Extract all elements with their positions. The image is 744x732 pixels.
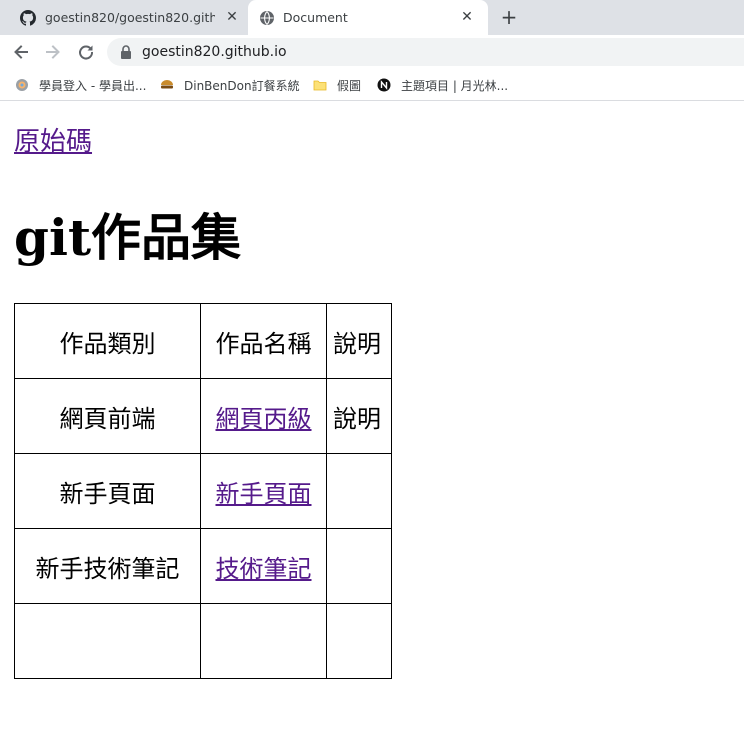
cell-category: 新手頁面 (14, 453, 201, 529)
tab-document[interactable]: Document ✕ (248, 0, 488, 35)
forward-arrow-icon (46, 45, 60, 59)
cell-category: 網頁前端 (14, 378, 201, 454)
bookmark-label: DinBenDon訂餐系統 (184, 78, 300, 93)
globe-icon (260, 11, 274, 25)
github-icon (20, 10, 36, 26)
lock-icon (121, 45, 131, 59)
bookmark-item[interactable]: 主題項目 | 月光林... (377, 77, 508, 93)
cell-name: 網頁丙級 (200, 378, 327, 454)
header-name: 作品名稱 (200, 303, 327, 379)
bookmark-label: 主題項目 | 月光林... (401, 78, 509, 93)
cell-category (14, 603, 201, 679)
reload-button[interactable] (74, 40, 98, 64)
table-row: 新手技術筆記 技術筆記 (14, 528, 392, 604)
address-bar[interactable]: goestin820.github.io (107, 38, 744, 66)
header-category: 作品類別 (14, 303, 201, 379)
tab-github-repo[interactable]: goestin820/goestin820.github.io ✕ (0, 0, 247, 35)
table-header-row: 作品類別 作品名稱 說明 (14, 303, 392, 379)
table-row: 網頁前端 網頁丙級 說明 (14, 378, 392, 454)
bookmark-folder[interactable]: 假圖 (313, 77, 361, 93)
work-link[interactable]: 網頁丙級 (216, 405, 312, 433)
page-title: git作品集 (14, 208, 242, 267)
tab-strip: goestin820/goestin820.github.io ✕ Docume… (0, 0, 744, 35)
cell-name: 技術筆記 (200, 528, 327, 604)
tab-title: goestin820/goestin820.github.io (45, 10, 215, 25)
back-arrow-icon (14, 45, 28, 59)
cell-name: 新手頁面 (200, 453, 327, 529)
work-link[interactable]: 技術筆記 (216, 555, 312, 583)
tab-title: Document (283, 10, 348, 25)
cell-note (326, 528, 392, 604)
notion-icon (377, 78, 391, 92)
reload-icon (79, 45, 94, 60)
page-content: 原始碼 git作品集 作品類別 作品名稱 說明 網頁前端 網頁丙級 說明 新手頁… (0, 102, 744, 732)
site-icon (16, 79, 28, 91)
cell-note (326, 603, 392, 679)
food-icon (161, 80, 173, 89)
cell-note: 說明 (326, 378, 392, 454)
browser-toolbar: goestin820.github.io (0, 35, 744, 69)
bookmark-label: 學員登入 - 學員出... (39, 78, 147, 93)
url-text: goestin820.github.io (142, 44, 287, 60)
bookmarks-bar: 學員登入 - 學員出... DinBenDon訂餐系統 假圖 主題項目 | 月光… (0, 69, 744, 101)
table-row (14, 603, 392, 679)
work-link[interactable]: 新手頁面 (216, 480, 312, 508)
bookmark-item[interactable]: 學員登入 - 學員出... (15, 77, 146, 93)
table-row: 新手頁面 新手頁面 (14, 453, 392, 529)
folder-icon (313, 80, 327, 91)
forward-button[interactable] (41, 40, 65, 64)
bookmark-label: 假圖 (337, 78, 362, 93)
new-tab-button[interactable]: + (497, 6, 521, 30)
source-code-link[interactable]: 原始碼 (14, 121, 92, 158)
portfolio-table: 作品類別 作品名稱 說明 網頁前端 網頁丙級 說明 新手頁面 新手頁面 新手技術… (14, 303, 392, 679)
back-button[interactable] (9, 40, 33, 64)
header-note: 說明 (326, 303, 392, 379)
cell-name (200, 603, 327, 679)
tab-close-icon[interactable]: ✕ (458, 8, 476, 26)
cell-category: 新手技術筆記 (14, 528, 201, 604)
cell-note (326, 453, 392, 529)
bookmark-item[interactable]: DinBenDon訂餐系統 (160, 77, 300, 93)
tab-close-icon[interactable]: ✕ (223, 8, 241, 26)
